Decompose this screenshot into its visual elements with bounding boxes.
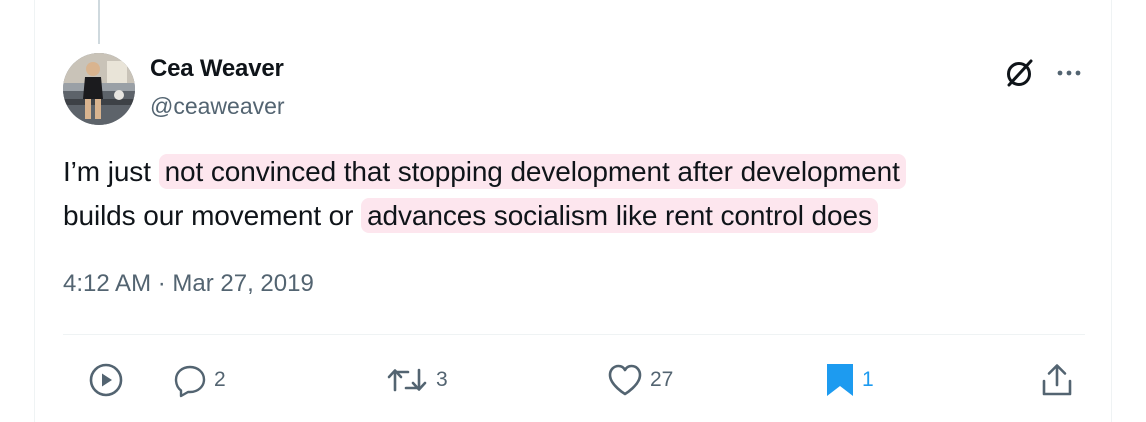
bookmark-button[interactable]: 1 — [824, 360, 874, 400]
post-text-part: builds our movement or — [63, 200, 362, 231]
like-count: 27 — [650, 368, 674, 391]
bookmark-icon — [827, 364, 853, 396]
more-icon[interactable] — [1056, 62, 1082, 84]
bookmark-count: 1 — [862, 368, 874, 391]
avatar[interactable] — [63, 53, 135, 125]
repost-icon — [387, 368, 427, 392]
reply-icon — [174, 365, 206, 398]
like-icon — [608, 364, 642, 396]
reply-count: 2 — [214, 368, 226, 391]
share-icon — [1042, 364, 1072, 396]
author-handle[interactable]: @ceaweaver — [150, 93, 285, 120]
like-button[interactable]: 27 — [606, 360, 673, 400]
author-name[interactable]: Cea Weaver — [150, 55, 284, 83]
repost-count: 3 — [436, 368, 448, 391]
repost-button[interactable]: 3 — [384, 360, 448, 400]
reply-button[interactable]: 2 — [172, 360, 226, 400]
view-button[interactable] — [87, 360, 125, 400]
share-button[interactable] — [1038, 360, 1076, 400]
post-text-part: I’m just — [63, 156, 159, 187]
post-timestamp[interactable]: 4:12 AM · Mar 27, 2019 — [63, 270, 314, 298]
divider — [63, 334, 1085, 335]
avatar-photo — [63, 53, 135, 125]
play-icon — [89, 363, 123, 397]
thread-connector-line — [98, 0, 100, 44]
highlighted-text: advances socialism like rent control doe… — [361, 198, 878, 233]
post-text: I’m just not convinced that stopping dev… — [63, 150, 1103, 238]
highlighted-text: not convinced that stopping development … — [158, 154, 906, 189]
grok-icon[interactable] — [1003, 56, 1037, 90]
